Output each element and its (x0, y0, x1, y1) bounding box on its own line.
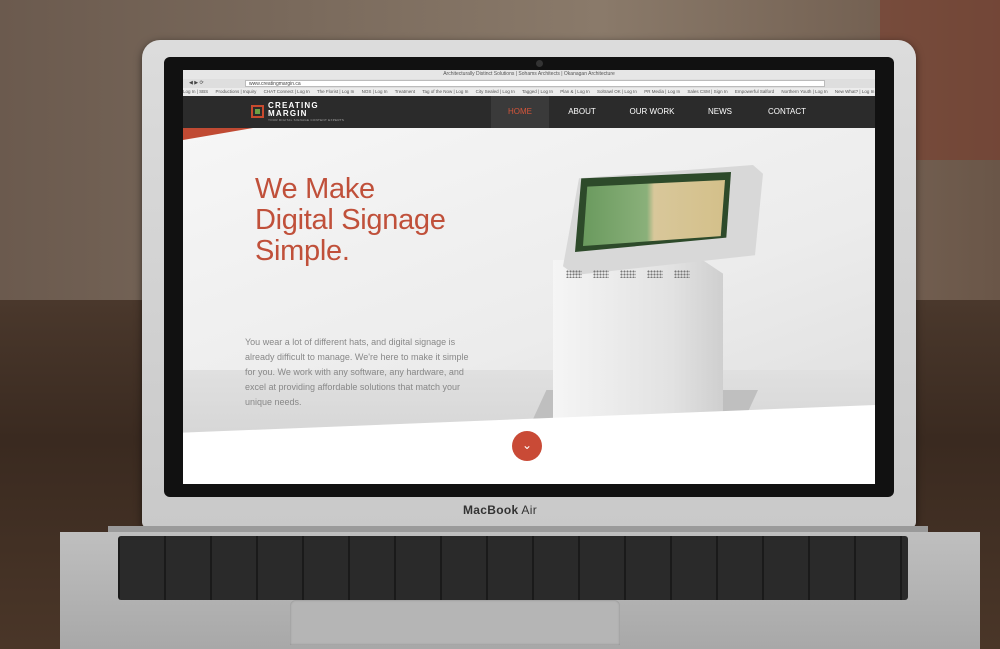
nav-home[interactable]: HOME (491, 96, 549, 128)
bookmark-item[interactable]: Sales CSM | Sign In (687, 89, 727, 94)
keyboard (118, 536, 908, 600)
bookmark-item[interactable]: Treatment (395, 89, 415, 94)
browser-screen: Architecturally Distinct Solutions | Soh… (183, 70, 875, 484)
scroll-down-button[interactable]: ⌄ (512, 431, 542, 461)
kiosk-vent (647, 270, 663, 278)
nav-news[interactable]: NEWS (695, 96, 745, 128)
site-header: CREATING MARGIN YOUR DIGITAL SIGNAGE CON… (183, 96, 875, 128)
bookmark-item[interactable]: Tagged | Log In (522, 89, 553, 94)
device-brand: MacBook Air (0, 503, 1000, 517)
bookmark-item[interactable]: Log In | SBS (183, 89, 208, 94)
address-bar[interactable]: www.creatingmargin.ca (245, 80, 825, 87)
bookmark-item[interactable]: Northern Youth | Log In (781, 89, 827, 94)
chevron-down-icon: ⌄ (521, 438, 533, 452)
browser-toolbar: ◀ ▶ ⟳ www.creatingmargin.ca (183, 79, 875, 88)
window-title: Architecturally Distinct Solutions | Soh… (183, 70, 875, 79)
brand-name: MacBook (462, 503, 519, 517)
bookmark-item[interactable]: City Sealed | Log In (476, 89, 515, 94)
logo-tagline: YOUR DIGITAL SIGNAGE CONTENT EXPERTS (268, 118, 345, 122)
bookmark-item[interactable]: Empowerful Salford (735, 89, 774, 94)
bookmark-item[interactable]: CHAT Connect | Log In (264, 89, 310, 94)
bookmark-item[interactable]: The Florist | Log In (317, 89, 354, 94)
bookmark-item[interactable]: Productions | Inquiry (215, 89, 256, 94)
bookmark-item[interactable]: Tag of the Now | Log In (422, 89, 468, 94)
nav-our-work[interactable]: OUR WORK (623, 96, 681, 128)
headline-line-1: We Make (255, 173, 375, 205)
bookmark-item[interactable]: Soltrawl OK | Log In (597, 89, 637, 94)
hero-headline: We Make Digital Signage Simple. (255, 174, 446, 267)
brand-model: Air (521, 503, 537, 517)
bookmark-item[interactable]: New What? | Log In (835, 89, 874, 94)
nav-contact[interactable]: CONTACT (759, 96, 815, 128)
bookmark-item[interactable]: PR Media | Log In (644, 89, 680, 94)
nav-arrows-icon[interactable]: ◀ ▶ ⟳ (189, 79, 204, 88)
kiosk-vent (620, 270, 636, 278)
camera-icon (536, 60, 543, 67)
headline-line-2: Digital Signage (255, 204, 446, 236)
bookmark-item[interactable]: Plan & | Log In (560, 89, 589, 94)
kiosk-body (553, 260, 723, 430)
kiosk-vent (593, 270, 609, 278)
hero-body-text: You wear a lot of different hats, and di… (245, 337, 469, 407)
logo-mark-icon (251, 105, 264, 118)
trackpad (290, 600, 620, 645)
kiosk-vent (566, 270, 582, 278)
nav-about[interactable]: ABOUT (555, 96, 609, 128)
headline-line-3: Simple. (255, 235, 350, 267)
kiosk-vent (674, 270, 690, 278)
bookmark-item[interactable]: NOS | Log In (362, 89, 388, 94)
kiosk-screen-map (583, 180, 725, 246)
logo-line-2: MARGIN (268, 109, 308, 118)
